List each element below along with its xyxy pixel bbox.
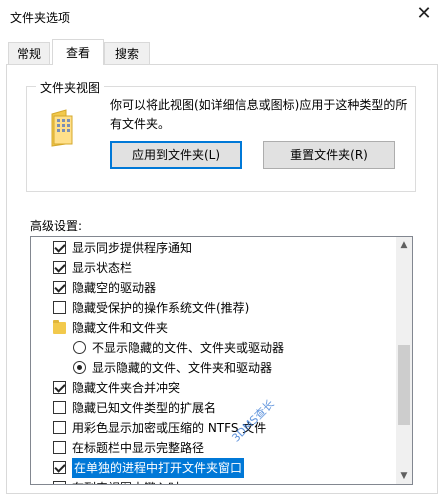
setting-item-10[interactable]: 在标题栏中显示完整路径 bbox=[31, 438, 397, 458]
advanced-settings-list[interactable]: 显示同步提供程序通知 显示状态栏隐藏空的驱动器隐藏受保护的操作系统文件(推荐) 隐藏… bbox=[30, 236, 413, 485]
setting-item-label: 显示隐藏的文件、文件夹和驱动器 bbox=[92, 361, 273, 375]
tab-view-label: 查看 bbox=[65, 46, 90, 60]
scroll-up-icon[interactable]: ▲ bbox=[396, 237, 412, 253]
setting-item-9[interactable]: 用彩色显示加密或压缩的 NTFS 文件 bbox=[31, 418, 397, 438]
checkbox-icon[interactable] bbox=[53, 421, 66, 434]
folder-views-legend: 文件夹视图 bbox=[36, 79, 105, 96]
setting-item-7[interactable]: 隐藏文件夹合并冲突 bbox=[31, 378, 397, 398]
setting-item-label: 不显示隐藏的文件、文件夹或驱动器 bbox=[92, 341, 285, 355]
checkbox-icon[interactable] bbox=[53, 261, 66, 274]
folder-icon bbox=[53, 320, 66, 334]
setting-item-label: 隐藏受保护的操作系统文件(推荐) bbox=[72, 301, 250, 315]
checkbox-icon[interactable] bbox=[53, 401, 66, 414]
setting-item-4[interactable]: 隐藏文件和文件夹 bbox=[31, 318, 397, 338]
setting-item-12[interactable]: 在列表视图中键入时 bbox=[31, 478, 397, 484]
tab-general-label: 常规 bbox=[16, 47, 41, 61]
setting-item-5[interactable]: 不显示隐藏的文件、文件夹或驱动器 bbox=[31, 338, 397, 358]
scrollbar-thumb[interactable] bbox=[398, 345, 410, 425]
checkbox-icon[interactable] bbox=[53, 281, 66, 294]
setting-item-label: 在单独的进程中打开文件夹窗口 bbox=[70, 457, 246, 479]
setting-item-8[interactable]: 隐藏已知文件类型的扩展名 bbox=[31, 398, 397, 418]
close-icon[interactable]: ✕ bbox=[414, 4, 434, 24]
checkbox-icon[interactable] bbox=[53, 441, 66, 454]
setting-item-6[interactable]: 显示隐藏的文件、文件夹和驱动器 bbox=[31, 358, 397, 378]
tab-search[interactable]: 搜索 bbox=[104, 42, 150, 64]
advanced-settings-label: 高级设置: bbox=[30, 219, 83, 233]
checkbox-icon[interactable] bbox=[53, 461, 66, 474]
radio-icon[interactable] bbox=[73, 361, 86, 374]
radio-icon[interactable] bbox=[73, 341, 86, 354]
setting-item-label: 隐藏文件和文件夹 bbox=[72, 321, 169, 335]
setting-item-11[interactable]: 在单独的进程中打开文件夹窗口 bbox=[31, 457, 397, 479]
reset-folders-button[interactable]: 重置文件夹(R) bbox=[263, 141, 395, 169]
folder-view-icon bbox=[51, 109, 73, 147]
setting-item-label: 在列表视图中键入时 bbox=[72, 478, 180, 484]
setting-item-label: 显示状态栏 bbox=[72, 261, 133, 275]
apply-to-folders-button[interactable]: 应用到文件夹(L) bbox=[110, 141, 242, 169]
setting-item-label: 显示同步提供程序通知 bbox=[72, 241, 193, 255]
checkbox-icon[interactable] bbox=[53, 381, 66, 394]
setting-item-label: 隐藏已知文件类型的扩展名 bbox=[72, 401, 217, 415]
checkbox-icon[interactable] bbox=[53, 481, 66, 484]
tab-general[interactable]: 常规 bbox=[8, 42, 50, 64]
title-bar: 文件夹选项 ✕ bbox=[0, 0, 444, 34]
scroll-down-icon[interactable]: ▼ bbox=[396, 468, 412, 484]
setting-item-0[interactable]: 显示同步提供程序通知 bbox=[31, 238, 397, 258]
window-title: 文件夹选项 bbox=[10, 11, 71, 25]
setting-item-label: 在标题栏中显示完整路径 bbox=[72, 441, 205, 455]
setting-item-2[interactable]: 隐藏空的驱动器 bbox=[31, 278, 397, 298]
advanced-settings-scrollbar[interactable]: ▲ ▼ bbox=[396, 237, 412, 484]
checkbox-icon[interactable] bbox=[53, 301, 66, 314]
setting-item-1[interactable]: 显示状态栏 bbox=[31, 258, 397, 278]
folder-views-description: 你可以将此视图(如详细信息或图标)应用于这种类型的所有文件夹。 bbox=[110, 98, 408, 131]
setting-item-label: 隐藏空的驱动器 bbox=[72, 281, 157, 295]
setting-item-3[interactable]: 隐藏受保护的操作系统文件(推荐) bbox=[31, 298, 397, 318]
tab-search-label: 搜索 bbox=[114, 47, 139, 61]
setting-item-label: 隐藏文件夹合并冲突 bbox=[72, 381, 181, 395]
tab-view[interactable]: 查看 bbox=[52, 39, 104, 65]
checkbox-icon[interactable] bbox=[53, 241, 66, 254]
